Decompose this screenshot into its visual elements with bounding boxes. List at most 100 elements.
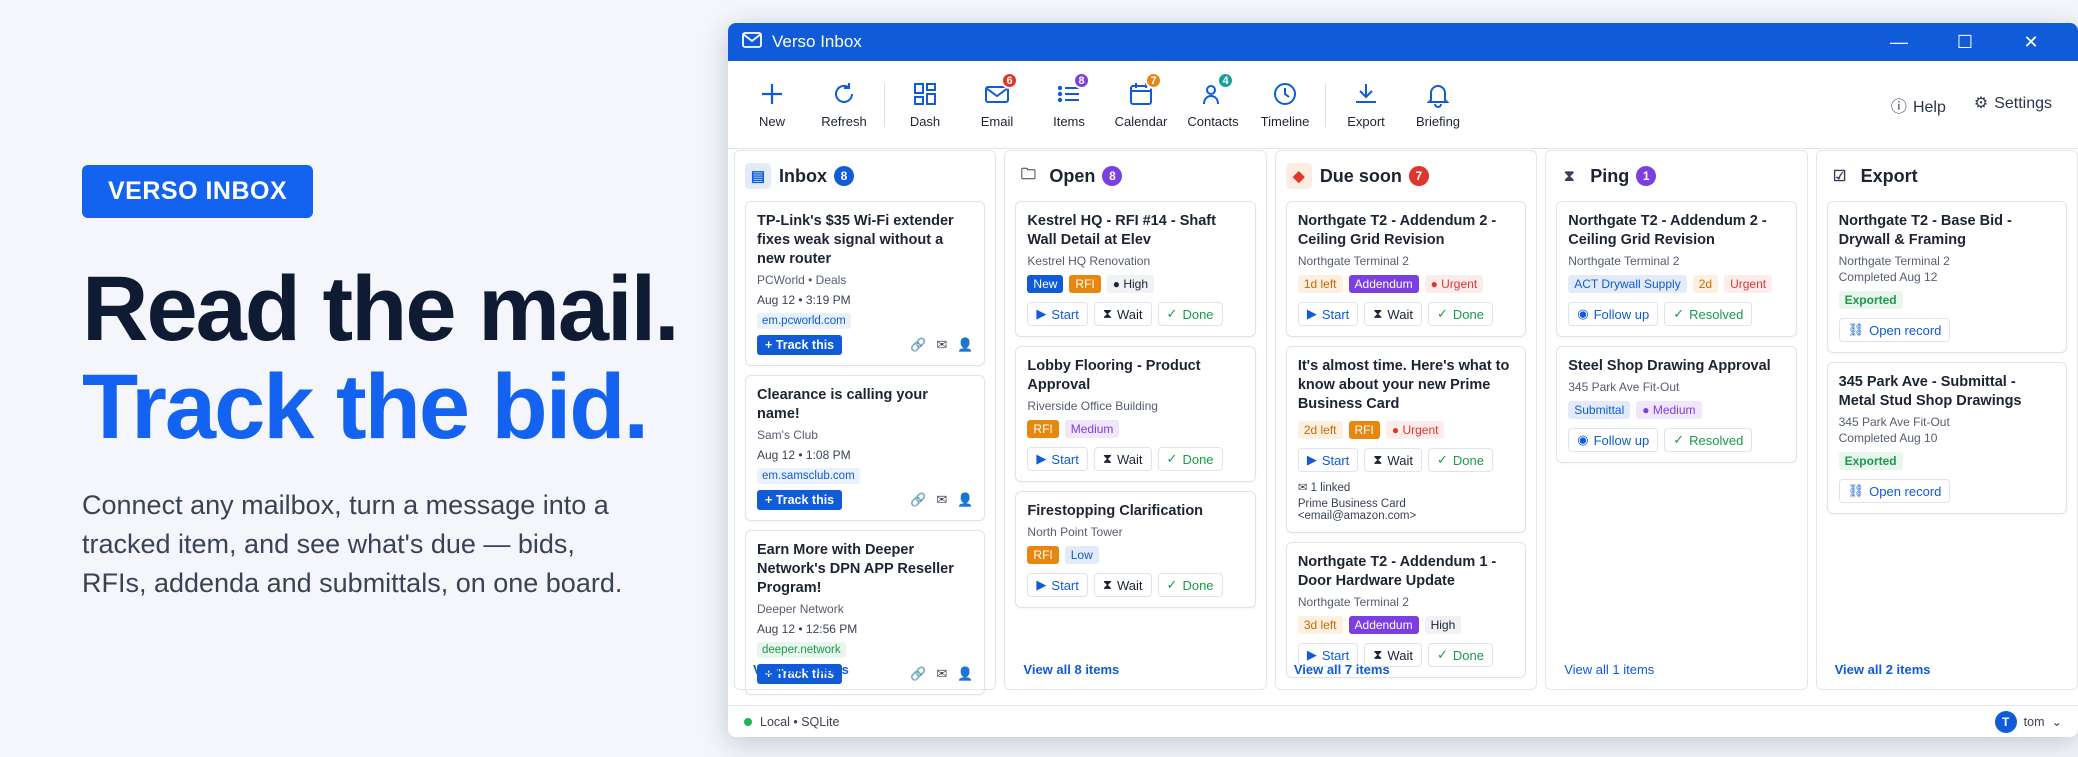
bell-icon <box>1426 85 1450 108</box>
item-card[interactable]: It's almost time. Here's what to know ab… <box>1285 346 1527 533</box>
card-sender: PCWorld • Deals <box>757 273 847 287</box>
mail-card[interactable]: Clearance is calling your name! Sam's Cl… <box>745 375 986 521</box>
resolved-label: Resolved <box>1689 432 1744 448</box>
resolved-label: Resolved <box>1689 306 1744 322</box>
envelope-icon[interactable]: ✉ <box>936 492 947 508</box>
done-button[interactable]: ✓ Done <box>1427 448 1493 472</box>
card-project: Kestrel HQ Renovation <box>1027 254 1151 268</box>
open-record-button[interactable]: ⛓ Open record <box>1838 318 1951 342</box>
settings-button[interactable]: ⚙ Settings <box>1974 93 2052 117</box>
calendar-button[interactable]: 7 Calendar <box>1106 72 1176 129</box>
track-button[interactable]: + Track this <box>757 335 843 355</box>
open-record-button[interactable]: ⛓ Open record <box>1838 479 1951 503</box>
item-card[interactable]: Northgate T2 - Addendum 2 - Ceiling Grid… <box>1285 201 1527 337</box>
tag-priority: ● High <box>1106 275 1155 293</box>
done-button[interactable]: ✓ Done <box>1157 573 1223 597</box>
view-all-link[interactable]: View all 1 items <box>1564 662 1654 677</box>
done-button[interactable]: ✓ Done <box>1427 643 1493 667</box>
resolved-button[interactable]: ✓ Resolved <box>1664 428 1753 452</box>
follow-up-button[interactable]: ◉ Follow up <box>1568 302 1659 326</box>
start-button[interactable]: ▶ Start <box>1027 302 1088 326</box>
start-button[interactable]: ▶ Start <box>1297 302 1359 326</box>
card-title: Northgate T2 - Addendum 2 - Ceiling Grid… <box>1297 213 1497 248</box>
card-project: Northgate Terminal 2 <box>1297 595 1409 609</box>
close-button[interactable]: ✕ <box>1998 32 2064 53</box>
view-all-link[interactable]: View all 2 items <box>1835 662 1931 677</box>
tag-addendum: Addendum <box>1348 275 1419 293</box>
tag-priority: Medium <box>1064 420 1120 438</box>
check-icon: ✓ <box>1436 306 1448 321</box>
refresh-icon <box>835 83 853 103</box>
view-all-link[interactable]: View all 8 items <box>1023 662 1119 677</box>
done-label: Done <box>1452 306 1484 322</box>
wait-button[interactable]: ⧗ Wait <box>1093 573 1152 597</box>
wait-button[interactable]: ⧗ Wait <box>1093 447 1152 471</box>
wait-button[interactable]: ⧗ Wait <box>1364 448 1422 472</box>
view-all-link[interactable]: View all 7 items <box>1294 662 1390 677</box>
mail-card[interactable]: TP-Link's $35 Wi-Fi extender fixes weak … <box>745 201 986 366</box>
contacts-button[interactable]: 4 Contacts <box>1178 72 1248 129</box>
start-button[interactable]: ▶ Start <box>1027 447 1088 471</box>
export-button[interactable]: Export <box>1331 80 1401 129</box>
maximize-button[interactable]: ☐ <box>1932 32 1998 53</box>
plus-icon <box>762 84 782 104</box>
card-title: TP-Link's $35 Wi-Fi extender fixes weak … <box>757 213 954 267</box>
gear-icon: ⚙ <box>1973 95 1989 112</box>
start-button[interactable]: ▶ Start <box>1297 448 1359 472</box>
play-icon: ▶ <box>1036 306 1047 321</box>
person-icon[interactable]: 👤 <box>957 337 973 353</box>
column-title: Ping <box>1590 165 1630 186</box>
item-card[interactable]: Northgate T2 - Addendum 2 - Ceiling Grid… <box>1556 201 1797 337</box>
new-button[interactable]: New <box>737 80 807 129</box>
track-button[interactable]: + Track this <box>757 490 843 510</box>
minimize-button[interactable]: — <box>1866 32 1932 53</box>
resolved-button[interactable]: ✓ Resolved <box>1664 302 1753 326</box>
person-icon[interactable]: 👤 <box>957 492 973 508</box>
play-icon: ▶ <box>1036 451 1047 466</box>
follow-up-button[interactable]: ◉ Follow up <box>1568 428 1659 452</box>
envelope-icon[interactable]: ✉ <box>936 666 947 682</box>
card-date: Aug 12 • 12:56 PM <box>757 622 858 636</box>
link-icon[interactable]: 🔗 <box>910 492 926 508</box>
help-button[interactable]: ⓘ Help <box>1891 93 1946 117</box>
item-card[interactable]: Kestrel HQ - RFI #14 - Shaft Wall Detail… <box>1015 201 1256 337</box>
item-card[interactable]: Firestopping Clarification North Point T… <box>1015 491 1256 608</box>
start-button[interactable]: ▶ Start <box>1027 573 1088 597</box>
contacts-count-badge: 4 <box>1217 72 1234 89</box>
wait-button[interactable]: ⧗ Wait <box>1093 302 1152 326</box>
link-icon[interactable]: 🔗 <box>910 337 926 353</box>
view-all-link[interactable]: View all 8 items <box>753 662 849 677</box>
items-button[interactable]: 8 Items <box>1034 72 1104 129</box>
link-icon[interactable]: 🔗 <box>910 666 926 682</box>
wait-button[interactable]: ⧗ Wait <box>1364 302 1422 326</box>
user-menu[interactable]: T tom ⌄ <box>1994 710 2062 733</box>
item-card[interactable]: Northgate T2 - Base Bid - Drywall & Fram… <box>1826 201 2068 353</box>
email-button[interactable]: 6 Email <box>962 72 1032 129</box>
card-project: 345 Park Ave Fit-Out <box>1838 415 1950 429</box>
refresh-label: Refresh <box>821 114 867 129</box>
refresh-button[interactable]: Refresh <box>809 80 879 129</box>
linked-count: ✉ 1 linked <box>1297 482 1351 494</box>
status-badge: Exported <box>1838 452 1903 470</box>
play-icon: ▶ <box>1306 647 1317 662</box>
item-card[interactable]: Steel Shop Drawing Approval 345 Park Ave… <box>1556 346 1797 463</box>
check-icon: ✓ <box>1166 577 1178 592</box>
column-title: Inbox <box>779 165 827 186</box>
column-title: Due soon <box>1319 165 1402 186</box>
timeline-button[interactable]: Timeline <box>1250 80 1320 129</box>
status-text: Local • SQLite <box>760 714 840 729</box>
tag-rfi: RFI <box>1027 546 1059 564</box>
person-icon[interactable]: 👤 <box>957 666 973 682</box>
done-label: Done <box>1182 306 1214 322</box>
done-button[interactable]: ✓ Done <box>1427 302 1493 326</box>
item-card[interactable]: Northgate T2 - Addendum 1 - Door Hardwar… <box>1285 542 1527 678</box>
item-card[interactable]: 345 Park Ave - Submittal - Metal Stud Sh… <box>1826 362 2068 514</box>
item-card[interactable]: Lobby Flooring - Product Approval Rivers… <box>1015 346 1256 482</box>
follow-up-label: Follow up <box>1593 306 1650 322</box>
done-button[interactable]: ✓ Done <box>1157 302 1223 326</box>
dash-button[interactable]: Dash <box>890 80 960 129</box>
envelope-icon[interactable]: ✉ <box>936 337 947 353</box>
tag-due: 1d left <box>1297 275 1343 293</box>
briefing-button[interactable]: Briefing <box>1403 80 1473 129</box>
done-button[interactable]: ✓ Done <box>1157 447 1223 471</box>
